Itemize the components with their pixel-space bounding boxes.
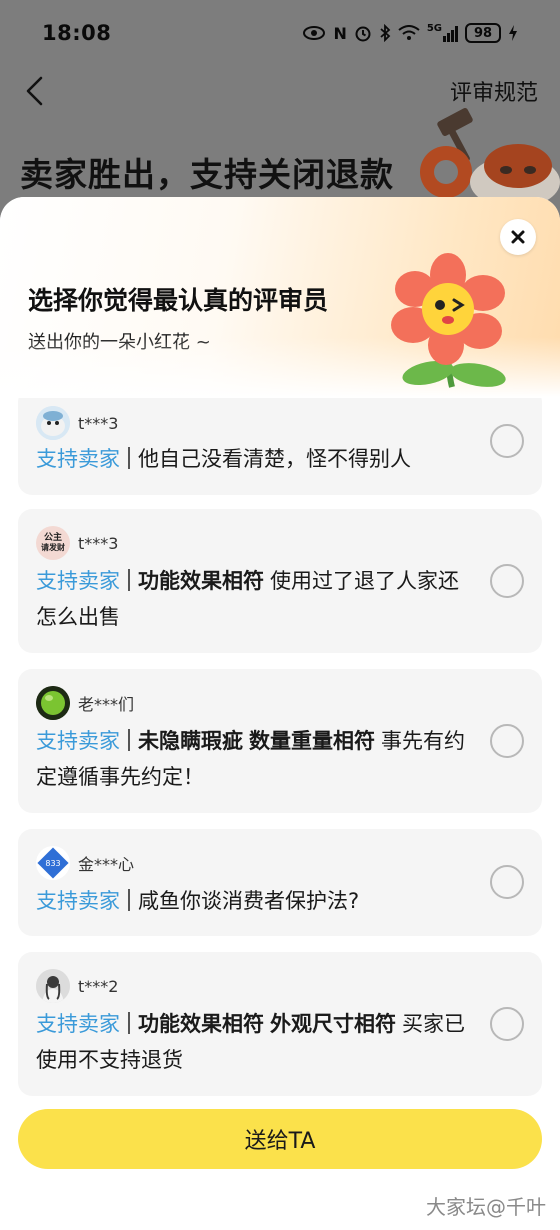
send-flower-button[interactable]: 送给TA (18, 1109, 542, 1169)
review-comment: 支持卖家 功能效果相符 使用过了退了人家还怎么出售 (36, 563, 466, 635)
reviewer-username: 老***们 (78, 695, 135, 714)
back-button[interactable] (24, 71, 54, 111)
separator (128, 729, 130, 751)
stance-label: 支持卖家 (36, 569, 120, 593)
stance-label: 支持卖家 (36, 889, 120, 913)
review-tag: 功能效果相符 (138, 569, 264, 593)
review-comment: 支持卖家 咸鱼你谈消费者保护法? (36, 883, 466, 919)
verdict-title: 卖家胜出，支持关闭退款 (20, 155, 394, 194)
select-radio[interactable] (490, 564, 524, 598)
reviewer-card[interactable]: 公主 请发财 t***3 支持卖家 功能效果相符 使用过了退了人家还怎么出售 (18, 509, 542, 653)
red-flower-mascot-icon (391, 253, 506, 388)
stance-label: 支持卖家 (36, 729, 120, 753)
review-text: 他自己没看清楚，怪不得别人 (138, 447, 411, 471)
signal-icon: 5G (427, 24, 458, 42)
person-photo-icon (36, 969, 70, 1003)
battery-indicator: 98 (465, 23, 501, 43)
watermark: 大家坛@千叶 (426, 1195, 546, 1219)
reviewer-info: t***2 (36, 969, 118, 1003)
close-button[interactable] (500, 219, 536, 255)
separator (128, 1012, 130, 1034)
wifi-icon (398, 25, 420, 40)
judge-mascot-illustration (420, 108, 560, 204)
photo-avatar (36, 969, 70, 1003)
sheet-title: 选择你觉得最认真的评审员 (28, 286, 329, 315)
separator (128, 569, 130, 591)
avatar-text-line2: 请发财 (41, 543, 65, 552)
review-comment: 支持卖家 他自己没看清楚，怪不得别人 (36, 441, 466, 477)
sheet-header: 选择你觉得最认真的评审员 送出你的一朵小红花 ~ (0, 197, 560, 397)
reviewer-card[interactable]: t***2 支持卖家 功能效果相符 外观尺寸相符 买家已使用不支持退货 (18, 952, 542, 1096)
text-avatar: 公主 请发财 (36, 526, 70, 560)
badge-text: 833 (45, 859, 60, 868)
seal-avatar (36, 406, 70, 440)
select-radio[interactable] (490, 865, 524, 899)
reviewer-info: 833 金***心 (36, 846, 134, 880)
diamond-badge-icon: 833 (37, 847, 69, 879)
reviewer-card[interactable]: 老***们 支持卖家 未隐瞒瑕疵 数量重量相符 事先有约定遵循事先约定！ (18, 669, 542, 813)
separator (128, 447, 130, 469)
status-time: 18:08 (42, 21, 112, 45)
green-ball-avatar (36, 686, 70, 720)
select-radio[interactable] (490, 424, 524, 458)
charging-icon (509, 25, 517, 41)
review-tag: 数量重量相符 (249, 729, 375, 753)
reviewer-info: 公主 请发财 t***3 (36, 526, 118, 560)
nfc-icon: N (333, 23, 347, 43)
reviewer-info: t***3 (36, 406, 118, 440)
network-type-label: 5G (426, 23, 442, 34)
review-tag: 功能效果相符 (138, 1012, 264, 1036)
reviewer-username: t***3 (78, 413, 119, 433)
reviewer-selection-sheet: 选择你觉得最认真的评审员 送出你的一朵小红花 ~ t***3 支持卖家 他自己没… (0, 197, 560, 1230)
close-icon (511, 230, 525, 244)
separator (128, 889, 130, 911)
reviewer-card[interactable]: t***3 支持卖家 他自己没看清楚，怪不得别人 (18, 398, 542, 495)
review-comment: 支持卖家 功能效果相符 外观尺寸相符 买家已使用不支持退货 (36, 1006, 466, 1078)
reviewer-username: t***2 (78, 976, 119, 996)
stance-label: 支持卖家 (36, 447, 120, 471)
status-icons: N 5G 98 (302, 23, 518, 43)
select-radio[interactable] (490, 1007, 524, 1041)
reviewer-info: 老***们 (36, 686, 134, 720)
reviewer-username: 金***心 (78, 855, 135, 874)
reviewer-card[interactable]: 833 金***心 支持卖家 咸鱼你谈消费者保护法? (18, 829, 542, 936)
stance-label: 支持卖家 (36, 1012, 120, 1036)
bluetooth-icon (380, 24, 391, 42)
green-ball-avatar-icon (36, 686, 70, 720)
seal-avatar-icon (36, 406, 70, 440)
alarm-icon (355, 26, 371, 42)
avatar-text-line1: 公主 (43, 533, 62, 543)
chevron-left-icon (26, 76, 43, 106)
eye-icon (303, 26, 326, 40)
sheet-subtitle: 送出你的一朵小红花 ~ (28, 332, 211, 353)
review-tag: 未隐瞒瑕疵 (138, 729, 243, 753)
review-text: 咸鱼你谈消费者保护法? (138, 889, 360, 913)
review-comment: 支持卖家 未隐瞒瑕疵 数量重量相符 事先有约定遵循事先约定！ (36, 723, 466, 795)
review-tag: 外观尺寸相符 (270, 1012, 396, 1036)
reviewer-username: t***3 (78, 533, 119, 553)
badge-avatar: 833 (36, 846, 70, 880)
select-radio[interactable] (490, 724, 524, 758)
status-bar: 18:08 N 5G 98 (0, 0, 560, 66)
reviewer-list[interactable]: t***3 支持卖家 他自己没看清楚，怪不得别人 公主 请发财 t***3 支持卖… (0, 398, 560, 1098)
